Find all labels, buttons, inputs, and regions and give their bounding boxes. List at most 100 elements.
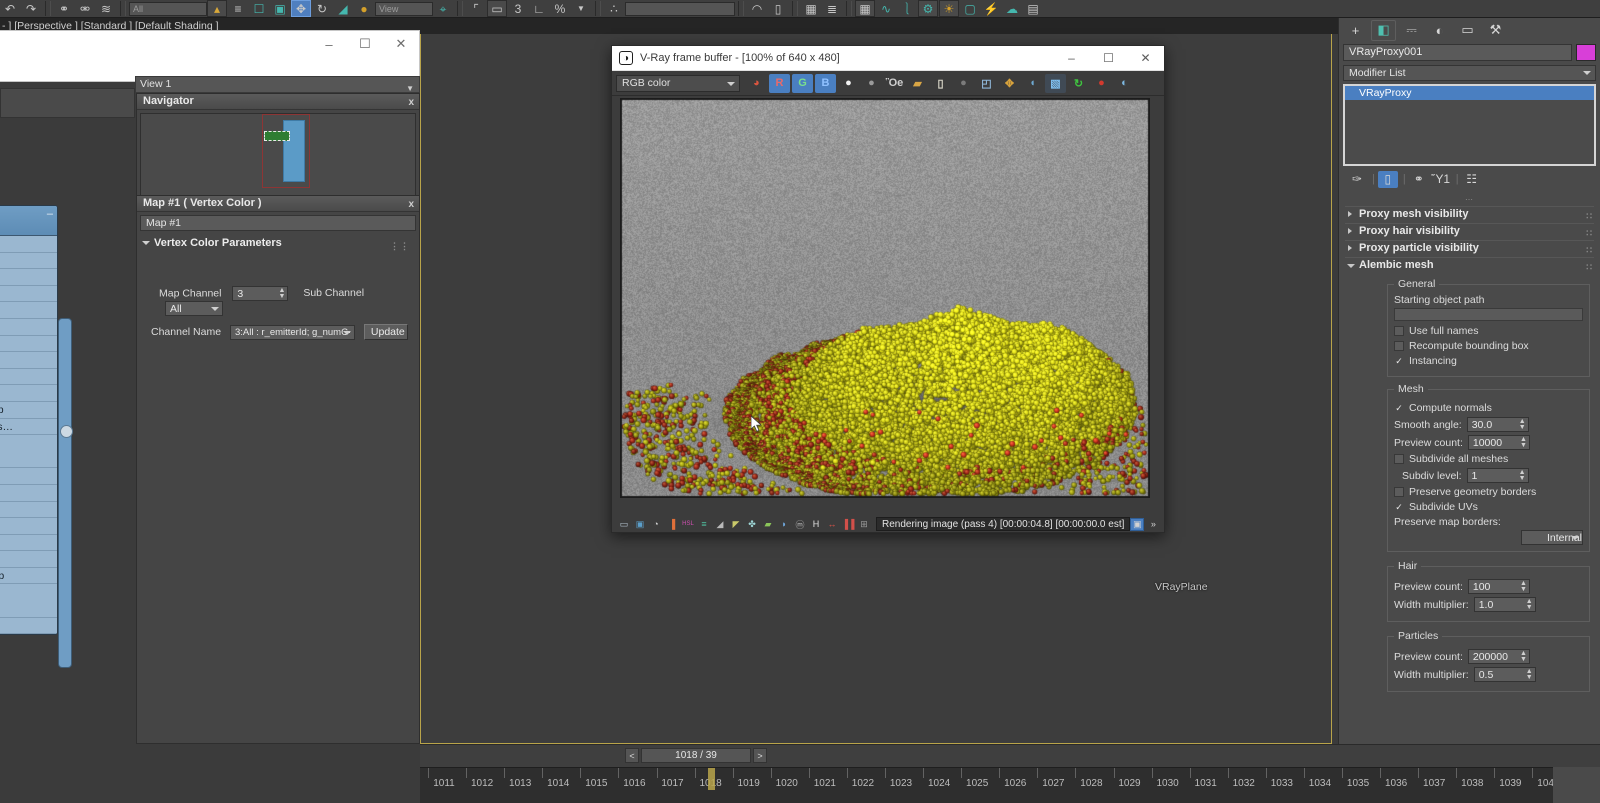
render-to-texture-icon[interactable]: ▤: [1023, 0, 1043, 17]
floating-dialog[interactable]: – ☐ ✕: [0, 30, 420, 82]
redo-icon[interactable]: ↷: [21, 0, 41, 17]
material-node-socket[interactable]: [0, 435, 57, 452]
undo-icon[interactable]: ↶: [0, 0, 20, 17]
color-corrections-icon[interactable]: ▣: [633, 518, 647, 531]
percent-snap-icon[interactable]: %: [550, 0, 570, 17]
close-icon[interactable]: ✕: [383, 31, 419, 57]
chevron-down-icon[interactable]: [1571, 536, 1579, 540]
close-icon[interactable]: x: [408, 197, 414, 212]
smooth-angle-spinner[interactable]: 30.0 ▲ ▼: [1467, 417, 1529, 432]
chevron-down-icon[interactable]: [1347, 264, 1355, 271]
instancing-checkbox[interactable]: ✓ Instancing: [1394, 355, 1583, 367]
modifier-rollouts[interactable]: Proxy mesh visibility ∷ Proxy hair visibil…: [1339, 206, 1600, 272]
hair-preview-count-spinner[interactable]: 100 ▲ ▼: [1468, 579, 1530, 594]
command-panel-tabs[interactable]: + ◧ ⎓ ◐ ▭ ⚒: [1339, 18, 1600, 42]
ab-compare-icon[interactable]: ▧: [1045, 74, 1066, 93]
quick-render-icon[interactable]: ⚡: [981, 0, 1001, 17]
save-image-icon[interactable]: Ὃe: [884, 74, 905, 93]
color-balance-icon[interactable]: ≡: [697, 518, 711, 531]
sub-channel-combo[interactable]: All: [165, 301, 223, 316]
selection-filter-combo[interactable]: All: [129, 2, 207, 16]
unlink-selection-icon[interactable]: ⚮: [75, 0, 95, 17]
timeline-playhead[interactable]: [708, 768, 715, 790]
particles-width-multiplier-spinner[interactable]: 0.5 ▲ ▼: [1474, 667, 1536, 682]
use-full-names-checkbox[interactable]: Use full names: [1394, 325, 1583, 337]
material-node-socket[interactable]: p Map: [0, 601, 57, 618]
checkbox-icon[interactable]: [1394, 326, 1404, 336]
histogram-icon[interactable]: H: [809, 518, 823, 531]
make-unique-icon[interactable]: ⚭: [1409, 171, 1429, 188]
view-settings-icon[interactable]: ▭: [617, 518, 631, 531]
frame-navigator[interactable]: < 1018 / 39 >: [625, 748, 767, 763]
stamp-toggle-icon[interactable]: ▣: [1130, 518, 1144, 531]
material-node-socket[interactable]: p: [0, 502, 57, 519]
render-canvas[interactable]: [620, 98, 1150, 498]
particles-preview-count-spinner[interactable]: 200000 ▲ ▼: [1468, 649, 1530, 664]
vfb-window-buttons[interactable]: – ☐ ✕: [1053, 46, 1164, 71]
spinner-arrows-icon[interactable]: ▲ ▼: [1520, 651, 1527, 663]
material-node-output-socket[interactable]: [60, 425, 73, 438]
select-and-move-icon[interactable]: ✥: [291, 0, 311, 17]
render-frame-window-icon[interactable]: ▢: [960, 0, 980, 17]
show-end-result-icon[interactable]: ▯: [1378, 171, 1398, 188]
select-by-name-icon[interactable]: ≡: [228, 0, 248, 17]
modifier-stack[interactable]: VRayProxy: [1343, 84, 1596, 166]
object-color-swatch[interactable]: [1576, 44, 1596, 61]
vfb-toolbar-icons[interactable]: ◕ R G B ● ● Ὃe ▰ ▯ ● ◰ ✥ ◖ ▧ ↻ ● ◐: [746, 74, 1137, 93]
exposure-icon[interactable]: ◔: [649, 518, 663, 531]
material-node-socket-list[interactable]: MaplaplapapMapaphness Maplapngle Mapy Ma…: [0, 236, 57, 634]
chevron-down-icon[interactable]: [727, 82, 735, 86]
duplicate-window-icon[interactable]: ◰: [976, 74, 997, 93]
icc-icon[interactable]: ▐▐: [841, 518, 855, 531]
modifier-stack-tools[interactable]: ✑ | ▯ | ⚭ Ὕ1 | ☷: [1339, 169, 1600, 189]
angle-snap-icon[interactable]: ▭: [487, 0, 507, 17]
vertex-color-parameters-rollout[interactable]: Vertex Color Parameters ⋮⋮: [140, 235, 416, 251]
hair-width-multiplier-spinner[interactable]: 1.0 ▲ ▼: [1474, 597, 1536, 612]
render-setup-icon[interactable]: ⎱: [897, 0, 917, 17]
checkbox-icon[interactable]: ✓: [1394, 356, 1404, 366]
vfb-statusbar-right[interactable]: ▣ »: [1130, 518, 1166, 531]
render-last-icon[interactable]: ↻: [1068, 74, 1089, 93]
modifier-list-dropdown[interactable]: Modifier List: [1343, 65, 1596, 81]
monochrome-icon[interactable]: ●: [861, 74, 882, 93]
select-object-icon[interactable]: ▴: [207, 0, 227, 17]
checkbox-icon[interactable]: [1394, 341, 1404, 351]
vfb-toolbar[interactable]: RGB color ◕ R G B ● ● Ὃe ▰ ▯ ● ◰ ✥ ◖ ▧ ↻ ● ◐: [612, 71, 1164, 96]
spinner-arrows-icon[interactable]: ▲ ▼: [278, 288, 285, 300]
next-frame-button[interactable]: >: [753, 748, 767, 763]
bind-space-warp-icon[interactable]: ≋: [96, 0, 116, 17]
utilities-tab[interactable]: ⚒: [1483, 20, 1508, 41]
vfb-correction-icons[interactable]: ▭ ▣ ◔ ▐ HSL ≡ ◢ ◤ ✤ ▰ ◗ ⓜ H ↔ ▐▐ ⊞: [617, 518, 873, 531]
view-selector[interactable]: View 1 ▼: [135, 76, 420, 93]
color-channels-icon[interactable]: ◕: [746, 74, 767, 93]
clipboard-icon[interactable]: ▯: [930, 74, 951, 93]
configure-sets-icon[interactable]: ☷: [1462, 171, 1482, 188]
motion-tab[interactable]: ◐: [1427, 20, 1452, 41]
blue-channel-icon[interactable]: B: [815, 74, 836, 93]
select-and-scale-icon[interactable]: ◢: [333, 0, 353, 17]
curve-editor-icon[interactable]: ▦: [855, 0, 875, 17]
stop-render-icon[interactable]: ●: [1091, 74, 1112, 93]
object-name-field[interactable]: VRayProxy001: [1343, 44, 1572, 61]
time-slider-bar[interactable]: < 1018 / 39 >: [420, 744, 1600, 767]
material-node-socket[interactable]: lap: [0, 352, 57, 369]
render-channel-select[interactable]: RGB color: [616, 75, 740, 92]
load-image-icon[interactable]: ▰: [907, 74, 928, 93]
layer-manager-icon[interactable]: ▦: [801, 0, 821, 17]
material-node-socket[interactable]: [0, 584, 57, 601]
spinner-arrows-icon[interactable]: ▲ ▼: [1519, 470, 1526, 482]
material-node-socket[interactable]: lap: [0, 269, 57, 286]
preserve-geometry-borders-checkbox[interactable]: Preserve geometry borders: [1394, 486, 1583, 498]
material-node-socket[interactable]: ap: [0, 452, 57, 469]
pin-stack-icon[interactable]: ✑: [1347, 171, 1367, 188]
material-node-socket[interactable]: Map: [0, 302, 57, 319]
material-node-socket[interactable]: lap: [0, 253, 57, 270]
rectangular-selection-icon[interactable]: ☐: [249, 0, 269, 17]
checkbox-icon[interactable]: [1394, 487, 1404, 497]
hsl-icon[interactable]: HSL: [681, 518, 695, 531]
minimize-icon[interactable]: –: [311, 31, 347, 57]
rollout-proxy-mesh-visibility[interactable]: Proxy mesh visibility ∷: [1345, 206, 1594, 221]
chevron-right-icon[interactable]: [1348, 245, 1352, 251]
material-node-socket[interactable]: ap: [0, 468, 57, 485]
chevron-down-icon[interactable]: [142, 241, 150, 248]
